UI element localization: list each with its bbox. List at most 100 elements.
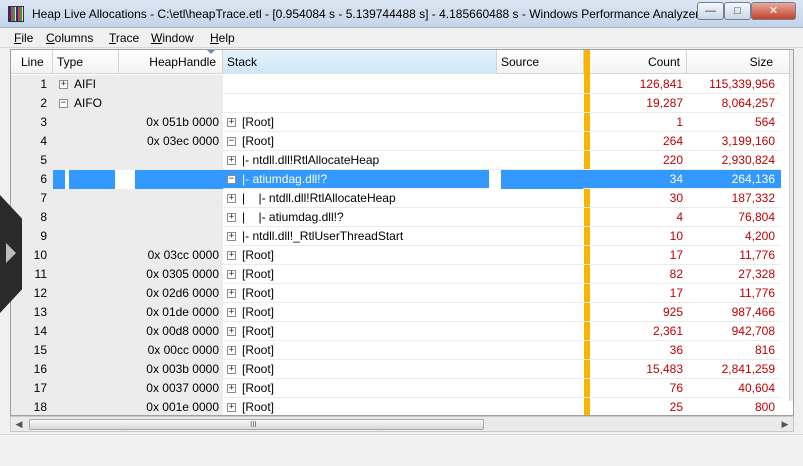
count-value: 4 <box>676 210 683 224</box>
menu-file[interactable]: File <box>14 31 33 45</box>
column-header-type[interactable]: Type <box>53 50 119 74</box>
count-value: 17 <box>669 248 683 262</box>
column-header-stack[interactable]: Stack <box>223 50 497 74</box>
table-row[interactable]: 11 0x 0305 0000 + [Root] 82 27,328 <box>11 265 781 284</box>
scroll-down-icon[interactable]: ▼ <box>790 385 793 401</box>
scroll-up-icon[interactable]: ▲ <box>790 50 793 66</box>
table-row[interactable]: 12 0x 02d6 0000 + [Root] 17 11,776 <box>11 284 781 303</box>
row-count-cell: 17 <box>590 246 687 265</box>
expand-collapse-icon[interactable]: + <box>227 194 236 204</box>
row-source-cell <box>497 189 583 208</box>
title-bar[interactable]: Heap Live Allocations - C:\etl\heapTrace… <box>0 0 803 28</box>
row-type-cell: + AIFI <box>53 75 119 94</box>
size-value: 11,776 <box>739 286 775 300</box>
vertical-scrollbar[interactable]: ▲ ▼ <box>789 50 793 401</box>
row-source-cell <box>497 151 583 170</box>
table-row[interactable]: 6 − |- atiumdag.dll!? 34 264,136 <box>11 170 781 189</box>
window-title: Heap Live Allocations - C:\etl\heapTrace… <box>32 7 700 21</box>
column-header-source[interactable]: Source <box>497 50 584 74</box>
row-stack-cell: + [Root] <box>223 341 497 360</box>
table-row[interactable]: 10 0x 03cc 0000 + [Root] 17 11,776 <box>11 246 781 265</box>
stack-frame-text: [Root] <box>242 248 275 262</box>
scroll-right-icon[interactable]: ▶ <box>778 417 792 431</box>
row-type-cell <box>53 189 119 208</box>
table-row[interactable]: 16 0x 003b 0000 + [Root] 15,483 2,841,259 <box>11 360 781 379</box>
maximize-button[interactable]: □ <box>724 2 751 20</box>
expand-collapse-icon[interactable]: + <box>227 289 236 299</box>
row-source-cell <box>497 227 583 246</box>
line-number-text: 3 <box>40 115 47 129</box>
size-value: 987,466 <box>731 305 775 319</box>
menu-help[interactable]: Help <box>210 31 235 45</box>
table-row[interactable]: 18 0x 001e 0000 + [Root] 25 800 <box>11 398 781 415</box>
table-row[interactable]: 5 + |- ntdll.dll!RtlAllocateHeap 220 2,930,8… <box>11 151 781 170</box>
count-value: 10 <box>669 229 683 243</box>
row-stack-cell: + [Root] <box>223 322 497 341</box>
table-row[interactable]: 9 + |- ntdll.dll!_RtlUserThreadStart 10 4,20… <box>11 227 781 246</box>
expand-collapse-icon[interactable]: + <box>227 156 236 166</box>
row-type-cell <box>53 284 119 303</box>
column-header-size[interactable]: Size <box>687 50 779 74</box>
table-row[interactable]: 8 + | |- atiumdag.dll!? 4 76,804 <box>11 208 781 227</box>
size-value: 11,776 <box>739 248 775 262</box>
row-stack-cell: + [Root] <box>223 284 497 303</box>
expand-collapse-icon[interactable]: + <box>59 80 68 90</box>
expand-collapse-icon[interactable]: + <box>227 365 236 375</box>
row-count-cell: 82 <box>590 265 687 284</box>
table-row[interactable]: 1 + AIFI 126,841 115,339,956 <box>11 75 781 94</box>
table-row[interactable]: 15 0x 00cc 0000 + [Root] 36 816 <box>11 341 781 360</box>
table-row[interactable]: 14 0x 00d8 0000 + [Root] 2,361 942,708 <box>11 322 781 341</box>
heap-allocations-grid[interactable]: Line Type HeapHandle Stack Source Count … <box>10 49 794 416</box>
row-line-number: 15 <box>11 341 53 360</box>
horizontal-scrollbar[interactable]: ◀ III ▶ <box>10 416 794 432</box>
column-header-line[interactable]: Line <box>11 50 53 74</box>
line-number-text: 5 <box>40 153 47 167</box>
row-count-cell: 76 <box>590 379 687 398</box>
row-type-cell <box>53 341 119 360</box>
expand-collapse-icon[interactable]: − <box>227 137 236 147</box>
expand-collapse-icon[interactable]: + <box>227 270 236 280</box>
row-line-number: 2 <box>11 94 53 113</box>
expand-collapse-icon[interactable]: + <box>227 118 236 128</box>
expand-collapse-icon[interactable]: + <box>227 346 236 356</box>
scroll-left-icon[interactable]: ◀ <box>12 417 26 431</box>
table-row[interactable]: 3 0x 051b 0000 + [Root] 1 564 <box>11 113 781 132</box>
stack-frame-text: [Root] <box>242 400 275 414</box>
expand-collapse-icon[interactable]: + <box>227 308 236 318</box>
row-type-cell <box>53 398 119 415</box>
row-stack-cell: + |- ntdll.dll!_RtlUserThreadStart <box>223 227 497 246</box>
expand-collapse-icon[interactable]: + <box>227 213 236 223</box>
row-line-number: 14 <box>11 322 53 341</box>
line-number-text: 6 <box>40 172 47 186</box>
row-size-cell: 27,328 <box>687 265 779 284</box>
row-type-cell <box>53 360 119 379</box>
count-value: 925 <box>662 305 683 319</box>
close-button[interactable]: ✕ <box>751 2 796 20</box>
menu-window[interactable]: Window <box>151 31 194 45</box>
table-row[interactable]: 13 0x 01de 0000 + [Root] 925 987,466 <box>11 303 781 322</box>
expand-collapse-icon[interactable]: − <box>59 99 68 109</box>
row-source-cell <box>497 113 583 132</box>
table-row[interactable]: 2 − AIFO 19,287 8,064,257 <box>11 94 781 113</box>
minimize-button[interactable]: — <box>697 2 724 20</box>
expand-collapse-icon[interactable]: + <box>227 327 236 337</box>
expand-collapse-icon[interactable]: + <box>227 384 236 394</box>
column-header-count[interactable]: Count <box>590 50 687 74</box>
count-value: 17 <box>669 286 683 300</box>
row-line-number: 7 <box>11 189 53 208</box>
table-row[interactable]: 7 + | |- ntdll.dll!RtlAllocateHeap 30 187,33… <box>11 189 781 208</box>
size-value: 2,841,259 <box>721 362 775 376</box>
menu-trace[interactable]: Trace <box>109 31 139 45</box>
expand-collapse-icon[interactable]: − <box>227 175 236 185</box>
table-row[interactable]: 17 0x 0037 0000 + [Root] 76 40,604 <box>11 379 781 398</box>
expand-collapse-icon[interactable]: + <box>227 251 236 261</box>
menu-columns[interactable]: Columns <box>46 31 93 45</box>
type-text: AIFI <box>74 77 97 91</box>
horizontal-scroll-thumb[interactable]: III <box>29 419 484 430</box>
expand-panel-arrow-icon[interactable] <box>6 243 16 263</box>
expand-collapse-icon[interactable]: + <box>227 232 236 242</box>
expand-collapse-icon[interactable]: + <box>227 403 236 413</box>
table-row[interactable]: 4 0x 03ec 0000− [Root] 264 3,199,160 <box>11 132 781 151</box>
row-heaphandle-cell: 0x 03ec 0000 <box>119 132 223 151</box>
row-type-cell <box>53 151 119 170</box>
